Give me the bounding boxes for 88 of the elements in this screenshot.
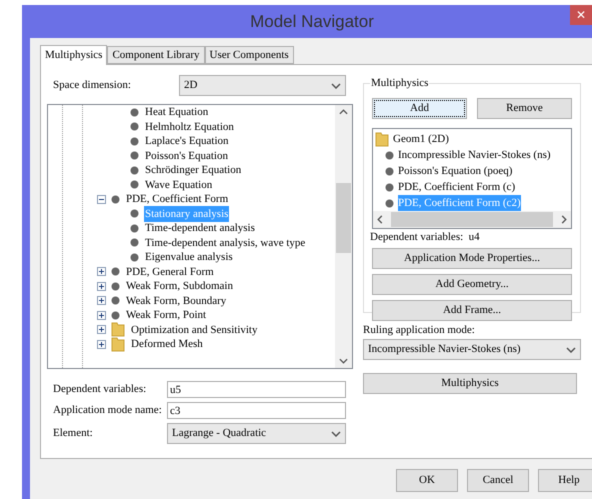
bullet-icon	[111, 194, 120, 204]
field-label: Ruling application mode:	[363, 323, 476, 337]
tree-item[interactable]: Geom1 (2D)	[393, 130, 449, 148]
tree-item[interactable]: PDE, General Form	[125, 264, 215, 280]
scroll-right-icon[interactable]	[561, 215, 567, 224]
expand-icon[interactable]	[97, 340, 106, 349]
bullet-icon	[130, 136, 139, 146]
element-dropdown[interactable]: Lagrange - Quadratic	[167, 423, 346, 444]
tree-item[interactable]: Time-dependent analysis, wave type	[144, 234, 306, 251]
scroll-up-icon[interactable]	[339, 109, 348, 115]
bullet-icon	[130, 252, 139, 262]
field-label: Dependent variables:	[52, 382, 148, 398]
bullet-icon	[130, 238, 139, 248]
tree-item[interactable]: Weak Form, Boundary	[125, 292, 228, 309]
tree-item[interactable]: Incompressible Navier-Stokes (ns)	[398, 146, 551, 164]
bullet-icon	[111, 282, 120, 291]
ruling-mode-dropdown[interactable]: Incompressible Navier-Stokes (ns)	[363, 339, 581, 360]
field-label: Element:	[52, 426, 94, 442]
tree-item[interactable]: Eigenvalue analysis	[144, 249, 234, 266]
tab[interactable]: User Components	[204, 46, 294, 64]
folder-icon	[111, 322, 125, 338]
scroll-thumb[interactable]	[391, 212, 553, 227]
application-mode-name-field[interactable]: c3	[167, 402, 346, 419]
tree-item[interactable]: Time-dependent analysis	[144, 220, 256, 236]
action-button[interactable]: Application Mode Properties...	[372, 248, 572, 269]
chevron-down-icon	[331, 82, 341, 88]
group-title: Multiphysics	[370, 75, 430, 92]
bullet-icon	[385, 182, 394, 192]
chevron-down-icon	[566, 346, 576, 352]
tree-item[interactable]: Wave Equation	[144, 176, 214, 193]
field-label: Application mode name:	[52, 403, 163, 418]
tree-item[interactable]: Weak Form, Subdomain	[125, 278, 234, 294]
tree-item[interactable]: Poisson's Equation	[144, 148, 229, 164]
field-label: Space dimension:	[52, 78, 132, 94]
application-modes-list[interactable]: Geom1 (2D) Incompressible Navier-Stokes (ns) Poisson's Equation (poeq) PDE, Coefficient Form (c) PDE, Coefficient Form (c2)	[372, 128, 572, 229]
action-button[interactable]: Add Geometry...	[372, 274, 572, 295]
multiphysics-button[interactable]: Multiphysics	[363, 373, 577, 394]
tree-view[interactable]	[47, 104, 353, 369]
dialog-button[interactable]: Cancel	[467, 469, 529, 492]
bullet-icon	[385, 166, 394, 176]
chevron-down-icon	[331, 430, 341, 436]
dependent-variables-field[interactable]: u5	[167, 381, 346, 398]
tree-item[interactable]: Heat Equation	[144, 105, 210, 120]
tree-item[interactable]: Poisson's Equation (poeq)	[398, 162, 512, 180]
dependent-variables-text: Dependent variables: u4	[370, 230, 481, 244]
expand-icon[interactable]	[97, 325, 106, 334]
tree-item[interactable]: PDE, Coefficient Form (c)	[398, 178, 516, 196]
bullet-icon	[385, 198, 394, 208]
expand-icon[interactable]	[97, 310, 106, 320]
horizontal-scrollbar[interactable]	[373, 211, 571, 228]
remove-button[interactable]: Remove	[477, 98, 572, 119]
scroll-down-icon[interactable]	[339, 358, 348, 364]
expand-icon[interactable]	[97, 267, 106, 276]
tree-item[interactable]: Helmholtz Equation	[144, 118, 235, 135]
bullet-icon	[130, 209, 139, 218]
scroll-left-icon[interactable]	[377, 215, 383, 224]
tab[interactable]: Component Library	[107, 46, 205, 64]
folder-icon	[111, 336, 125, 352]
bullet-icon	[111, 296, 120, 306]
folder-icon	[375, 132, 389, 146]
add-button[interactable]: Add	[372, 98, 467, 119]
dialog-button[interactable]: Help	[538, 469, 592, 492]
tree-item[interactable]: Optimization and Sensitivity	[130, 322, 258, 338]
bullet-icon	[130, 108, 139, 117]
expand-icon[interactable]	[97, 296, 106, 306]
bullet-icon	[111, 267, 120, 276]
bullet-icon	[130, 180, 139, 190]
vertical-scrollbar[interactable]	[335, 105, 352, 368]
dialog-button[interactable]: OK	[396, 469, 458, 492]
bullet-icon	[130, 166, 139, 175]
collapse-icon[interactable]	[97, 194, 106, 204]
tree-item[interactable]: Weak Form, Point	[125, 307, 208, 324]
bullet-icon	[130, 224, 139, 233]
expand-icon[interactable]	[97, 282, 106, 291]
tab[interactable]: Multiphysics	[40, 45, 108, 65]
scroll-thumb[interactable]	[336, 183, 351, 253]
tree-item[interactable]: Laplace's Equation	[144, 133, 230, 150]
space-dimension-dropdown[interactable]: 2D	[179, 75, 346, 96]
tree-item[interactable]: PDE, Coefficient Form	[125, 191, 230, 208]
bullet-icon	[130, 151, 139, 160]
tree-item[interactable]: Schrödinger Equation	[144, 162, 242, 178]
bullet-icon	[130, 122, 139, 132]
bullet-icon	[111, 310, 120, 320]
bullet-icon	[385, 150, 394, 160]
tree-item[interactable]: Deformed Mesh	[130, 336, 204, 352]
action-button[interactable]: Add Frame...	[372, 300, 572, 321]
window-title: Model Navigator	[250, 10, 374, 33]
close-button[interactable]: ✕	[570, 5, 592, 25]
